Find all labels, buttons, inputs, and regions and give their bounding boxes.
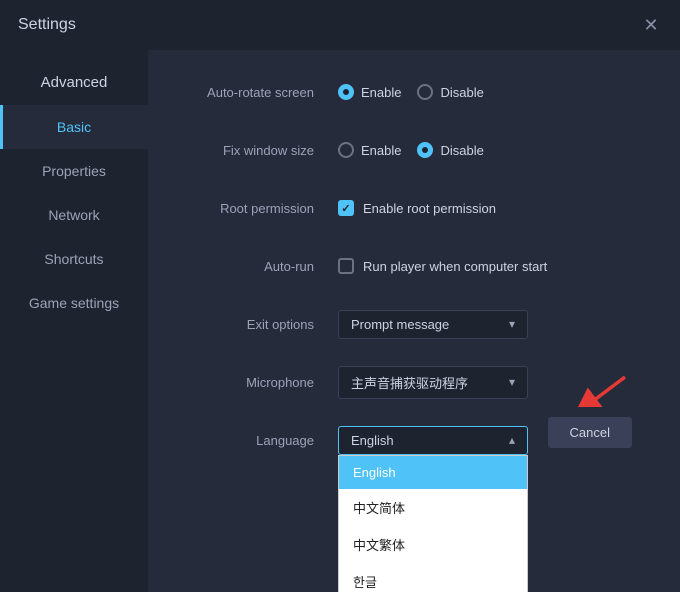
sidebar-item-properties[interactable]: Properties	[0, 149, 148, 193]
root-permission-checkbox-label: Enable root permission	[363, 201, 496, 216]
exit-options-controls: Prompt message ▾	[338, 310, 528, 339]
check-icon: ✓	[341, 202, 350, 215]
radio-disable-indicator	[417, 84, 433, 100]
language-label: Language	[178, 433, 338, 448]
sidebar-label-shortcuts: Shortcuts	[44, 251, 103, 267]
auto-rotate-disable[interactable]: Disable	[417, 84, 483, 100]
root-permission-controls: ✓ Enable root permission	[338, 200, 496, 216]
settings-window: Settings ✕ Advanced Basic Properties Net…	[0, 0, 680, 592]
language-controls: English ▴ English 中文简体	[338, 426, 528, 455]
fix-window-disable-label: Disable	[440, 143, 483, 158]
language-dropdown-container: English ▴ English 中文简体	[338, 426, 528, 455]
main-panel-inner: Auto-rotate screen Enable Disable	[178, 74, 650, 458]
chevron-down-icon: ▾	[509, 317, 515, 331]
close-button[interactable]: ✕	[640, 14, 662, 36]
root-checkbox-box: ✓	[338, 200, 354, 216]
sidebar-item-basic[interactable]: Basic	[0, 105, 148, 149]
fix-radio-disable-indicator	[417, 142, 433, 158]
window-title: Settings	[18, 16, 76, 34]
sidebar-item-advanced[interactable]: Advanced	[0, 60, 148, 105]
sidebar-label-basic: Basic	[57, 119, 91, 135]
bottom-bar: Cancel	[530, 407, 650, 458]
lang-label-english: English	[353, 465, 396, 480]
auto-rotate-controls: Enable Disable	[338, 84, 484, 100]
language-dropdown-menu: English 中文简体 中文繁体 한글	[338, 455, 528, 592]
sidebar-label-game-settings: Game settings	[29, 295, 119, 311]
microphone-dropdown[interactable]: 主声音捕获驱动程序 ▾	[338, 366, 528, 399]
chevron-down-icon-micro: ▾	[509, 375, 515, 389]
language-dropdown[interactable]: English ▴	[338, 426, 528, 455]
content-area: Advanced Basic Properties Network Shortc…	[0, 50, 680, 592]
chevron-up-icon: ▴	[509, 433, 515, 447]
sidebar-item-game-settings[interactable]: Game settings	[0, 281, 148, 325]
microphone-value: 主声音捕获驱动程序	[351, 373, 468, 392]
lang-label-zh-trad: 中文繁体	[353, 538, 405, 553]
fix-window-enable-label: Enable	[361, 143, 401, 158]
exit-options-value: Prompt message	[351, 317, 449, 332]
cancel-button[interactable]: Cancel	[548, 417, 632, 448]
exit-options-dropdown[interactable]: Prompt message ▾	[338, 310, 528, 339]
lang-label-korean: 한글	[353, 575, 377, 590]
fix-window-enable[interactable]: Enable	[338, 142, 401, 158]
auto-rotate-enable-label: Enable	[361, 85, 401, 100]
auto-run-checkbox[interactable]: Run player when computer start	[338, 258, 547, 274]
close-icon: ✕	[643, 15, 658, 36]
root-permission-label: Root permission	[178, 201, 338, 216]
fix-window-disable[interactable]: Disable	[417, 142, 483, 158]
microphone-controls: 主声音捕获驱动程序 ▾	[338, 366, 528, 399]
sidebar-label-properties: Properties	[42, 163, 106, 179]
auto-run-label: Auto-run	[178, 259, 338, 274]
sidebar-label-network: Network	[48, 207, 99, 223]
auto-rotate-disable-label: Disable	[440, 85, 483, 100]
sidebar: Advanced Basic Properties Network Shortc…	[0, 50, 148, 592]
exit-options-label: Exit options	[178, 317, 338, 332]
auto-rotate-label: Auto-rotate screen	[178, 85, 338, 100]
lang-option-zh-trad[interactable]: 中文繁体	[339, 526, 527, 563]
auto-run-checkbox-box	[338, 258, 354, 274]
auto-run-controls: Run player when computer start	[338, 258, 547, 274]
language-value: English	[351, 433, 394, 448]
exit-options-row: Exit options Prompt message ▾	[178, 306, 650, 342]
fix-window-label: Fix window size	[178, 143, 338, 158]
title-bar: Settings ✕	[0, 0, 680, 50]
auto-run-row: Auto-run Run player when computer start	[178, 248, 650, 284]
microphone-label: Microphone	[178, 375, 338, 390]
sidebar-label-advanced: Advanced	[41, 74, 108, 91]
auto-run-checkbox-label: Run player when computer start	[363, 259, 547, 274]
radio-enable-indicator	[338, 84, 354, 100]
lang-option-english[interactable]: English	[339, 456, 527, 489]
auto-rotate-enable[interactable]: Enable	[338, 84, 401, 100]
auto-rotate-row: Auto-rotate screen Enable Disable	[178, 74, 650, 110]
fix-window-row: Fix window size Enable Disable	[178, 132, 650, 168]
root-permission-checkbox[interactable]: ✓ Enable root permission	[338, 200, 496, 216]
sidebar-item-shortcuts[interactable]: Shortcuts	[0, 237, 148, 281]
fix-radio-enable-indicator	[338, 142, 354, 158]
root-permission-row: Root permission ✓ Enable root permission	[178, 190, 650, 226]
sidebar-item-network[interactable]: Network	[0, 193, 148, 237]
lang-option-zh-simple[interactable]: 中文简体	[339, 489, 527, 526]
lang-label-zh-simple: 中文简体	[353, 501, 405, 516]
main-panel: Auto-rotate screen Enable Disable	[148, 50, 680, 592]
lang-option-korean[interactable]: 한글	[339, 563, 527, 592]
fix-window-controls: Enable Disable	[338, 142, 484, 158]
